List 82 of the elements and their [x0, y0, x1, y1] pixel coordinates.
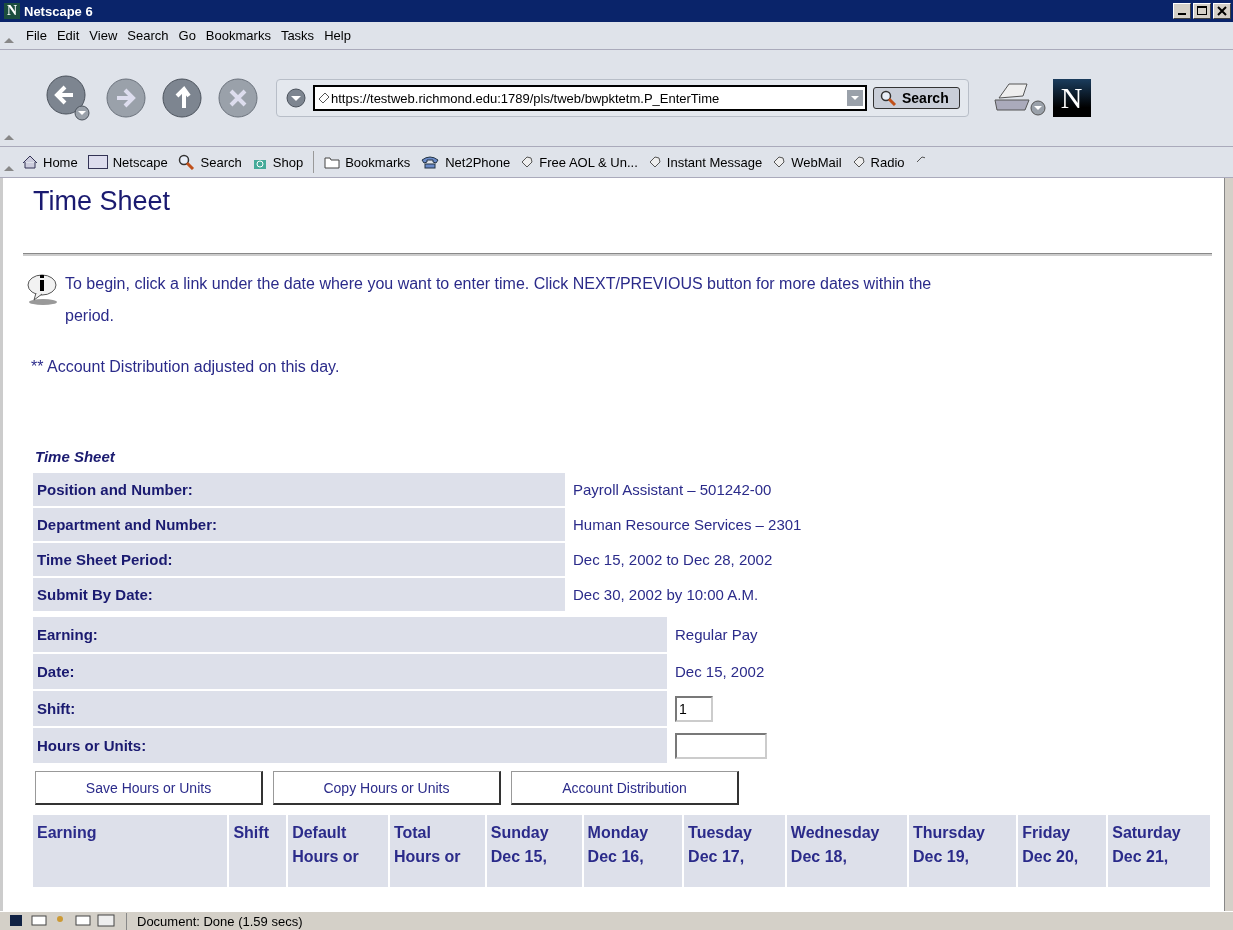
section-title: Time Sheet [35, 448, 117, 465]
label-cell: Submit By Date: [33, 578, 565, 611]
maximize-icon [1197, 6, 1207, 16]
menu-item[interactable]: Go [174, 28, 200, 43]
label-cell: Hours or Units: [33, 728, 667, 763]
status-text: Document: Done (1.59 secs) [136, 913, 303, 929]
column-header: Shift [229, 815, 287, 887]
input-field[interactable] [675, 732, 767, 759]
value-cell-text: Dec 30, 2002 by 10:00 A.M. [572, 585, 760, 605]
page-heading: Time Sheet [33, 186, 172, 217]
column-header: Default Hours or [288, 815, 388, 887]
value-cell-text: Dec 15, 2002 to Dec 28, 2002 [572, 550, 774, 570]
toolbar-link[interactable]: WebMail [772, 154, 842, 170]
bookmark-tag-icon [772, 155, 787, 169]
bookmark-tag-icon [647, 155, 662, 169]
menu-item[interactable]: Bookmarks [201, 28, 275, 43]
menu-item[interactable]: Search [123, 28, 173, 43]
toolbar-link[interactable]: Netscape [87, 154, 168, 170]
bookmark-tag-icon [851, 155, 866, 169]
toolbar-link[interactable]: Search [177, 154, 242, 170]
column-header: Monday Dec 16, [583, 815, 683, 887]
bookmark-tag-icon [520, 155, 535, 169]
input-field[interactable]: 1 [675, 695, 713, 722]
square-icon [87, 155, 108, 169]
toolbar-link[interactable]: Bookmarks [324, 154, 411, 170]
stop-icon[interactable] [216, 76, 260, 120]
column-header: Saturday Dec 21, [1108, 815, 1210, 887]
collapse-grip-icon[interactable] [4, 38, 14, 43]
label-cell: Shift: [33, 691, 667, 726]
form-button[interactable]: Save Hours or Units [35, 771, 263, 805]
toolbar-link[interactable]: Instant Message [647, 154, 763, 170]
toolbar-link[interactable]: Shop [251, 154, 304, 170]
search-button[interactable]: Search [873, 87, 960, 109]
folder-icon [324, 155, 341, 169]
form-button[interactable]: Copy Hours or Units [273, 771, 501, 805]
collapse-grip-icon[interactable] [4, 135, 14, 140]
column-header: Wednesday Dec 18, [786, 815, 907, 887]
bookmark-tag-icon [317, 91, 331, 105]
minimize-button[interactable] [1173, 3, 1191, 19]
house-icon [22, 155, 38, 169]
search-icon [177, 154, 196, 170]
close-icon [1217, 6, 1227, 16]
label-cell: Department and Number: [33, 508, 565, 541]
column-header: Tuesday Dec 17, [684, 815, 785, 887]
search-icon [880, 90, 898, 106]
column-header: Thursday Dec 19, [909, 815, 1017, 887]
toolbar-link[interactable]: Net2Phone [420, 154, 511, 170]
toolbar-link[interactable]: Radio [851, 154, 905, 170]
brand-logo[interactable]: N [1052, 79, 1091, 117]
menu-item[interactable]: Help [320, 28, 355, 43]
menu-item[interactable]: Edit [52, 28, 84, 43]
collapse-grip-icon[interactable] [4, 166, 14, 171]
info-bubble-icon [25, 272, 59, 306]
address-field[interactable]: https://testweb.richmond.edu:1789/pls/tweb/bwpktetm.P_EnterTime [313, 85, 867, 111]
column-header: Friday Dec 20, [1018, 815, 1107, 887]
column-header: Earning [33, 815, 228, 887]
label-cell: Earning: [33, 617, 667, 652]
phone-icon [420, 155, 441, 169]
note-text: ** Account Distribution adjusted on this day. [31, 358, 341, 376]
close-button[interactable] [1213, 3, 1231, 19]
menu-item[interactable]: Tasks [276, 28, 319, 43]
value-cell-text: Dec 15, 2002 [674, 662, 766, 682]
app-logo: N [4, 3, 20, 19]
label-cell: Date: [33, 654, 667, 689]
menu-item[interactable]: File [22, 28, 51, 43]
window-title: Netscape 6 [24, 3, 94, 19]
value-cell-text: Regular Pay [674, 625, 759, 645]
label-cell: Time Sheet Period: [33, 543, 565, 576]
toolbar-link[interactable]: Home [22, 154, 78, 170]
column-header: Sunday Dec 15, [486, 815, 582, 887]
scrollbar[interactable] [1224, 178, 1233, 911]
value-cell-text: Human Resource Services – 2301 [572, 515, 803, 535]
minimize-icon [1178, 13, 1186, 15]
column-header: Total Hours or [389, 815, 485, 887]
form-button[interactable]: Account Distribution [511, 771, 739, 805]
value-cell-text: Payroll Assistant – 501242-00 [572, 480, 773, 500]
maximize-button[interactable] [1193, 3, 1211, 19]
instruction-text: To begin, click a link under the date where you want to enter time. Click NEXT/PREVIOUS button for more dates within the period. [65, 274, 933, 326]
menu-item[interactable]: View [85, 28, 122, 43]
label-cell: Position and Number: [33, 473, 565, 506]
toolbar-link[interactable]: Free AOL & Un... [520, 154, 638, 170]
dropdown-icon[interactable] [285, 87, 307, 109]
